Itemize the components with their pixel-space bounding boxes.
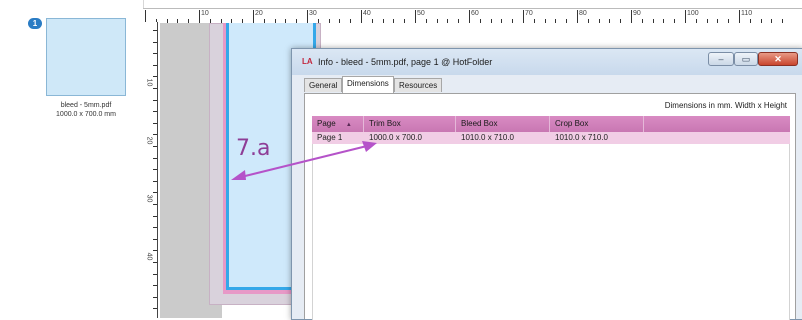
ruler-label: 50: [417, 10, 425, 17]
ruler-tick: [153, 273, 157, 275]
ruler-tick: [361, 10, 362, 23]
dialog-titlebar[interactable]: LA Info - bleed - 5mm.pdf, page 1 @ HotF…: [292, 49, 802, 75]
dialog-title: Info - bleed - 5mm.pdf, page 1 @ HotFold…: [318, 57, 493, 67]
double-arrow-icon: [231, 141, 377, 180]
ruler-tick: [153, 296, 157, 298]
column-label: Page: [317, 119, 336, 128]
ruler-tick: [253, 10, 254, 23]
ruler-label: 40: [363, 10, 371, 17]
thumbnail-size: 1000.0 x 700.0 mm: [56, 111, 116, 118]
tab-general[interactable]: General: [304, 78, 342, 92]
sort-ascending-icon: ▲: [345, 122, 352, 128]
tab-dimensions[interactable]: Dimensions: [342, 76, 394, 93]
cell-bleed-box: 1010.0 x 710.0: [461, 133, 514, 142]
ruler-tick: [153, 53, 157, 55]
ruler-tick: [153, 41, 157, 43]
dimensions-panel: Dimensions in mm. Width x Height Page ▲ …: [304, 93, 796, 320]
ruler-label: 110: [741, 10, 753, 17]
ruler-tick: [153, 250, 157, 252]
horizontal-ruler: 10 20 30 40 50 60 70 80 90 100 110: [143, 8, 802, 24]
ruler-tick: [153, 227, 157, 229]
column-header-crop-box[interactable]: Crop Box: [550, 116, 644, 132]
ruler-tick: [739, 10, 740, 23]
ruler-tick: [153, 76, 157, 78]
ruler-tick: [153, 262, 157, 263]
close-button[interactable]: ✕: [758, 52, 798, 66]
ruler-label: 80: [579, 10, 587, 17]
ruler-label: 20: [255, 10, 263, 17]
page-number-badge: 1: [28, 18, 42, 29]
ruler-tick: [153, 99, 157, 101]
ruler-tick: [153, 238, 157, 240]
ruler-label: 10: [201, 10, 209, 17]
ruler-tick: [153, 169, 157, 171]
ruler-tick: [153, 134, 157, 136]
maximize-button[interactable]: ▭: [734, 52, 758, 66]
tab-resources[interactable]: Resources: [394, 78, 442, 92]
ruler-label: 30: [145, 194, 153, 203]
ruler-tick: [469, 10, 470, 23]
ruler-tick: [153, 204, 157, 205]
app-icon: LA: [302, 57, 313, 66]
page-thumbnail[interactable]: [46, 18, 126, 96]
ruler-tick: [307, 10, 308, 23]
ruler-label: 20: [145, 136, 153, 145]
minimize-button[interactable]: –: [708, 52, 734, 66]
ruler-tick: [153, 215, 157, 217]
ruler-tick: [153, 64, 157, 66]
ruler-label: 10: [145, 78, 153, 87]
ruler-label: 40: [145, 252, 153, 261]
ruler-label: 30: [309, 10, 317, 17]
ruler-tick: [685, 10, 686, 23]
ruler-tick: [199, 10, 200, 23]
ruler-label: 70: [525, 10, 533, 17]
ruler-tick: [153, 192, 157, 194]
ruler-label: 90: [633, 10, 641, 17]
ruler-tick: [631, 10, 632, 23]
ruler-tick: [523, 10, 524, 23]
vertical-ruler: 10 20 30 40: [143, 22, 158, 318]
ruler-label: 100: [687, 10, 699, 17]
ruler-tick: [153, 180, 157, 182]
thumbnail-caption: bleed - 5mm.pdf 1000.0 x 700.0 mm: [40, 101, 132, 119]
ruler-tick: [153, 122, 157, 124]
ruler-tick: [153, 146, 157, 147]
ruler-tick: [153, 111, 157, 113]
ruler-tick: [153, 285, 157, 287]
ruler-tick: [415, 10, 416, 23]
ruler-tick: [153, 308, 157, 310]
cell-crop-box: 1010.0 x 710.0: [555, 133, 608, 142]
dimensions-note: Dimensions in mm. Width x Height: [664, 101, 787, 110]
ruler-tick: [153, 30, 157, 31]
ruler-tick: [153, 157, 157, 159]
column-header-bleed-box[interactable]: Bleed Box: [456, 116, 550, 132]
ruler-label: 60: [471, 10, 479, 17]
ruler-tick: [153, 88, 157, 89]
ruler-tick: [577, 10, 578, 23]
thumbnail-filename: bleed - 5mm.pdf: [60, 102, 112, 109]
